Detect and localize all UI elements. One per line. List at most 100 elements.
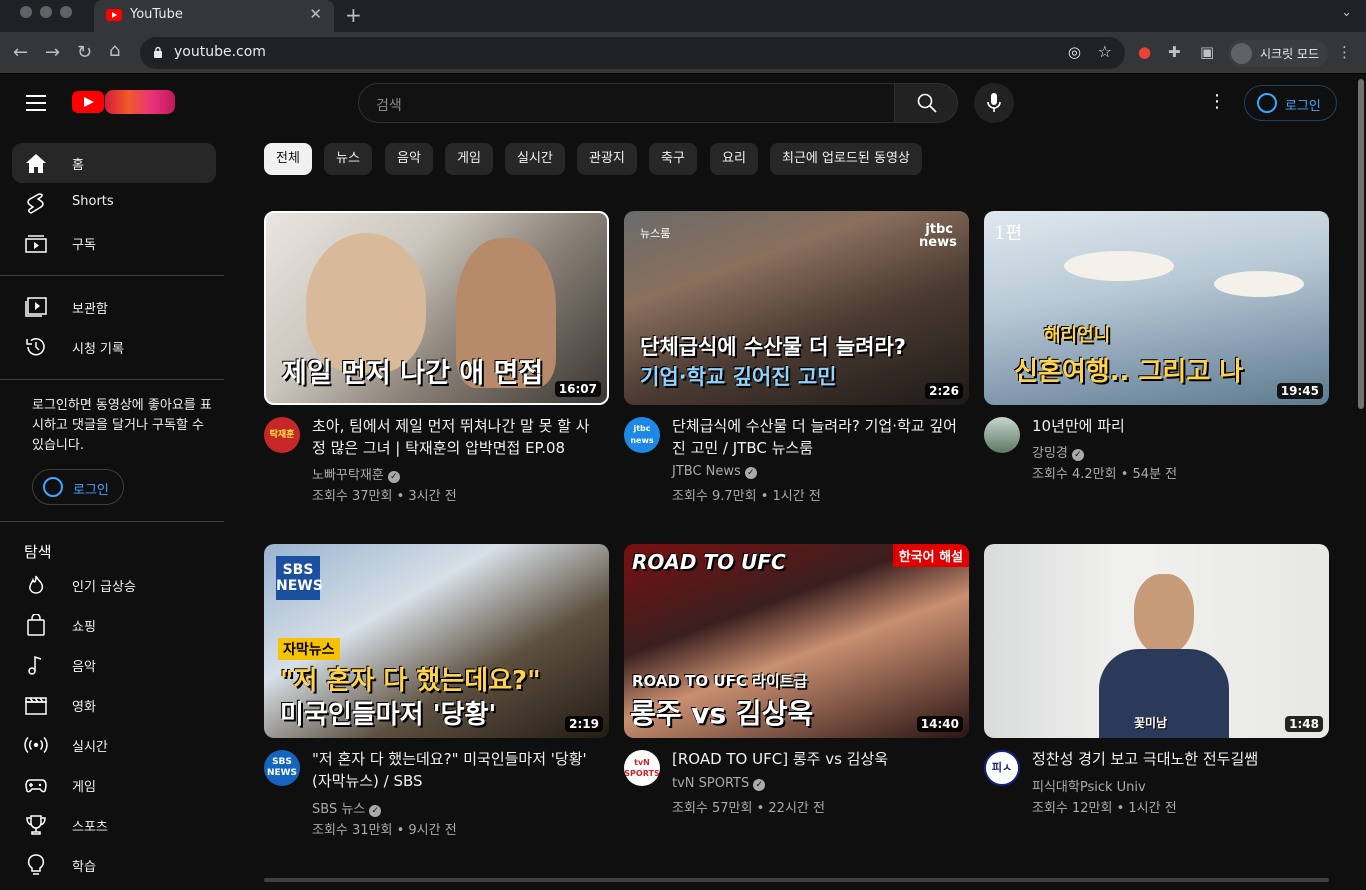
- video-meta: 조회수 37만회 • 3시간 전: [312, 489, 457, 504]
- sidebar-item-gaming[interactable]: 게임: [12, 765, 216, 805]
- tab-close-icon[interactable]: ✕: [309, 5, 322, 23]
- sidebar-item-subscriptions[interactable]: 구독: [12, 223, 216, 263]
- omnibox[interactable]: youtube.com ◎ ☆: [140, 37, 1125, 69]
- home-browser-icon[interactable]: ⌂: [109, 40, 120, 61]
- channel-avatar[interactable]: 탁재훈: [264, 417, 300, 453]
- video-thumbnail[interactable]: 뉴스룸 jtbc news 단체급식에 수산물 더 늘려라? 기업·학교 깊어진…: [624, 211, 969, 405]
- youtube-logo-icon[interactable]: [72, 91, 104, 113]
- hamburger-menu-icon[interactable]: [26, 95, 46, 111]
- channel-avatar[interactable]: SBS NEWS: [264, 750, 300, 786]
- video-card[interactable]: 제일 먼저 나간 애 면접 16:07 탁재훈 초아, 팀에서 제일 먼저 뛰쳐…: [264, 211, 609, 511]
- login-button[interactable]: 로그인: [1244, 85, 1337, 121]
- sidebar-item-history[interactable]: 시청 기록: [12, 327, 216, 367]
- chip-soccer[interactable]: 축구: [649, 143, 697, 175]
- video-duration: 14:40: [916, 716, 963, 732]
- chip-gaming[interactable]: 게임: [445, 143, 493, 175]
- video-title[interactable]: 초아, 팀에서 제일 먼저 뛰쳐나간 말 못 할 사정 많은 그녀 | 탁재훈의…: [312, 415, 602, 459]
- channel-avatar[interactable]: tvN SPORTS: [624, 750, 660, 786]
- video-title[interactable]: 10년만에 파리: [1032, 415, 1322, 437]
- chip-cooking[interactable]: 요리: [710, 143, 758, 175]
- chip-live[interactable]: 실시간: [505, 143, 565, 175]
- channel-name[interactable]: 피식대학Psick Univ: [1032, 780, 1146, 795]
- login-promo-text: 로그인하면 동영상에 좋아요를 표시하고 댓글을 달거나 구독할 수 있습니다.: [32, 398, 212, 453]
- search-placeholder: 검색: [376, 98, 402, 114]
- tab-search-chevron-icon[interactable]: ⌄: [1341, 5, 1352, 20]
- search-input[interactable]: 검색: [358, 83, 895, 123]
- channel-name-row[interactable]: 노빠꾸탁재훈 ✓: [312, 464, 400, 483]
- scrollbar-thumb[interactable]: [1358, 79, 1364, 409]
- search-button[interactable]: [894, 83, 958, 123]
- incognito-badge[interactable]: 시크릿 모드: [1228, 40, 1328, 67]
- sidebar-item-home[interactable]: 홈: [12, 143, 216, 183]
- tracking-blocked-eye-icon[interactable]: ◎: [1068, 43, 1081, 61]
- sidebar-login-button[interactable]: 로그인: [32, 469, 124, 505]
- channel-name[interactable]: 노빠꾸탁재훈: [312, 468, 384, 483]
- chip-tourist-spots[interactable]: 관광지: [577, 143, 637, 175]
- channel-name-row[interactable]: 강밍경 ✓: [1032, 442, 1084, 461]
- login-label: 로그인: [1285, 99, 1321, 114]
- window-minimize-dot[interactable]: [40, 6, 52, 18]
- chip-music[interactable]: 음악: [385, 143, 433, 175]
- extensions-puzzle-icon[interactable]: ✚: [1168, 43, 1181, 61]
- video-card[interactable]: 1편 해리언니 신혼여행.. 그리고 나 19:45 10년만에 파리 강밍경 ✓…: [984, 211, 1329, 511]
- channel-avatar[interactable]: 피ㅅ: [984, 750, 1020, 786]
- channel-name[interactable]: JTBC News: [672, 464, 741, 479]
- video-thumbnail[interactable]: SBS NEWS 자막뉴스 "저 혼자 다 했는데요?" 미국인들마저 '당황'…: [264, 544, 609, 738]
- sidebar-item-label: 구독: [72, 238, 96, 253]
- chip-news[interactable]: 뉴스: [324, 143, 372, 175]
- sidebar-item-shorts[interactable]: Shorts: [12, 183, 216, 223]
- video-thumbnail[interactable]: 1편 해리언니 신혼여행.. 그리고 나 19:45: [984, 211, 1329, 405]
- video-thumbnail[interactable]: 꽃미남 1:48: [984, 544, 1329, 738]
- sidebar-item-sports[interactable]: 스포츠: [12, 805, 216, 845]
- video-card[interactable]: SBS NEWS 자막뉴스 "저 혼자 다 했는데요?" 미국인들마저 '당황'…: [264, 544, 609, 844]
- sidebar-item-label: 게임: [72, 780, 96, 795]
- thumbnail-caption: "저 혼자 다 했는데요?": [280, 666, 541, 696]
- channel-name-row[interactable]: tvN SPORTS ✓: [672, 776, 766, 791]
- video-duration: 1:48: [1285, 716, 1323, 732]
- sidebar-item-movies[interactable]: 영화: [12, 685, 216, 725]
- thumbnail-tag: 1편: [994, 223, 1023, 244]
- channel-name-row[interactable]: SBS 뉴스 ✓: [312, 798, 382, 817]
- video-thumbnail[interactable]: ROAD TO UFC 한국어 해설 ROAD TO UFC 라이트급 롱주 v…: [624, 544, 969, 738]
- page-scrollbar[interactable]: [1356, 75, 1366, 890]
- youtube-doodle-logo[interactable]: [105, 90, 175, 114]
- extension-red-icon[interactable]: ●: [1138, 43, 1151, 61]
- channel-name[interactable]: tvN SPORTS: [672, 776, 749, 791]
- video-title[interactable]: 단체급식에 수산물 더 늘려라? 기업·학교 깊어진 고민 / JTBC 뉴스룸: [672, 415, 962, 459]
- video-title[interactable]: 정찬성 경기 보고 극대노한 전두길쌤: [1032, 748, 1322, 770]
- sidebar-item-learning[interactable]: 학습: [12, 845, 216, 885]
- video-thumbnail[interactable]: 제일 먼저 나간 애 면접 16:07: [264, 211, 609, 405]
- back-icon[interactable]: ←: [13, 42, 28, 63]
- bookmark-star-icon[interactable]: ☆: [1098, 42, 1112, 61]
- side-panel-icon[interactable]: ▣: [1200, 43, 1214, 61]
- sidebar-item-music[interactable]: 음악: [12, 645, 216, 685]
- account-circle-icon: [43, 477, 63, 497]
- channel-avatar[interactable]: jtbc news: [624, 417, 660, 453]
- sidebar-item-shopping[interactable]: 쇼핑: [12, 605, 216, 645]
- voice-search-button[interactable]: [974, 83, 1014, 123]
- channel-name[interactable]: 강밍경: [1032, 446, 1068, 461]
- video-title[interactable]: [ROAD TO UFC] 롱주 vs 김상욱: [672, 748, 962, 770]
- channel-name-row[interactable]: 피식대학Psick Univ: [1032, 776, 1146, 795]
- video-card[interactable]: 뉴스룸 jtbc news 단체급식에 수산물 더 늘려라? 기업·학교 깊어진…: [624, 211, 969, 511]
- video-card[interactable]: 꽃미남 1:48 피ㅅ 정찬성 경기 보고 극대노한 전두길쌤 피식대학Psic…: [984, 544, 1329, 844]
- forward-icon[interactable]: →: [45, 42, 60, 63]
- browser-tab[interactable]: YouTube ✕: [94, 0, 334, 32]
- new-tab-icon[interactable]: +: [345, 3, 362, 27]
- window-close-dot[interactable]: [20, 6, 32, 18]
- window-zoom-dot[interactable]: [60, 6, 72, 18]
- account-circle-icon: [1257, 93, 1277, 113]
- sidebar-item-trending[interactable]: 인기 급상승: [12, 565, 216, 605]
- video-card[interactable]: ROAD TO UFC 한국어 해설 ROAD TO UFC 라이트급 롱주 v…: [624, 544, 969, 844]
- channel-name-row[interactable]: JTBC News ✓: [672, 464, 757, 479]
- chip-all[interactable]: 전체: [264, 143, 312, 175]
- chip-recently-uploaded[interactable]: 최근에 업로드된 동영상: [770, 143, 922, 175]
- video-title[interactable]: "저 혼자 다 했는데요?" 미국인들마저 '당황' (자막뉴스) / SBS: [312, 748, 602, 792]
- settings-dots-icon[interactable]: ⋮: [1208, 91, 1226, 112]
- sidebar-item-live[interactable]: 실시간: [12, 725, 216, 765]
- reload-icon[interactable]: ↻: [77, 42, 92, 63]
- channel-name[interactable]: SBS 뉴스: [312, 802, 365, 817]
- sidebar-item-library[interactable]: 보관함: [12, 287, 216, 327]
- browser-menu-icon[interactable]: ⋮: [1337, 43, 1352, 61]
- channel-avatar[interactable]: [984, 417, 1020, 453]
